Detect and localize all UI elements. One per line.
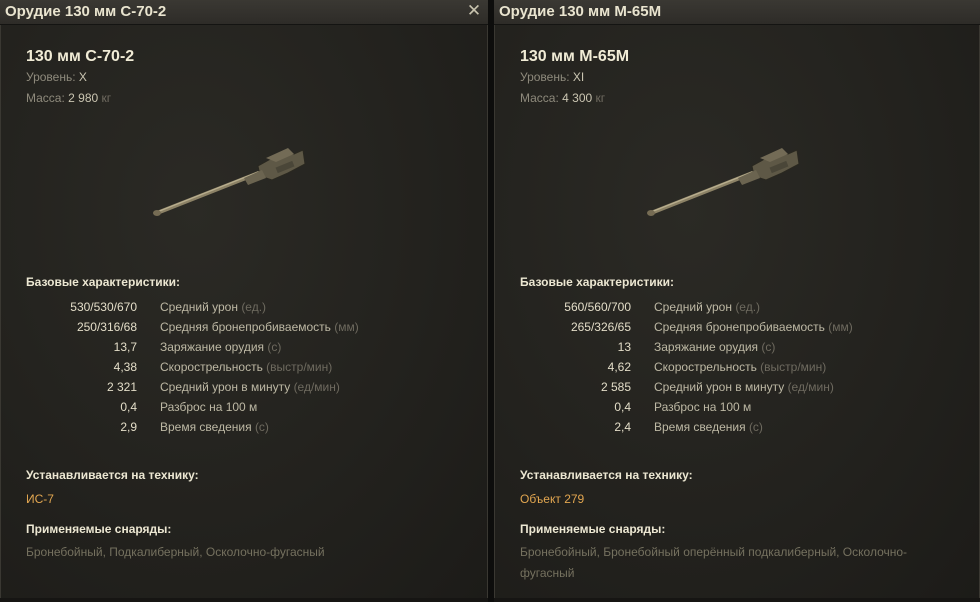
- gun-name: 130 мм С-70-2: [26, 48, 135, 65]
- stat-label-text: Средний урон: [654, 300, 732, 314]
- shells-list-line: Бронебойный, Бронебойный оперённый подка…: [520, 545, 908, 559]
- stat-value: 13,7: [113, 340, 137, 354]
- stat-unit: (с): [761, 340, 776, 354]
- stat-value: 2,9: [120, 420, 137, 434]
- stat-value: 2 321: [106, 380, 137, 394]
- stat-label: Средний урон в минуту (ед/мин): [160, 380, 340, 394]
- shells-header: Применяемые снаряды:: [26, 522, 172, 536]
- stat-value: 530/530/670: [70, 300, 137, 314]
- stat-unit: (с): [254, 420, 269, 434]
- gun-image: [153, 148, 306, 216]
- stat-label-text: Средняя бронепробиваемость: [654, 320, 825, 334]
- mass-line: Масса: 2 980 кг: [26, 91, 111, 105]
- level-label: Уровень:: [26, 70, 76, 84]
- mass-line: Масса: 4 300 кг: [520, 91, 605, 105]
- stat-label: Средняя бронепробиваемость (мм): [654, 320, 853, 334]
- stat-label-text: Разброс на 100 м: [654, 400, 752, 414]
- gun-image: [647, 148, 800, 216]
- stat-label-text: Средний урон: [160, 300, 238, 314]
- stat-label-text: Средняя бронепробиваемость: [160, 320, 331, 334]
- gun-name: 130 мм М-65М: [520, 48, 630, 65]
- level-value: XI: [572, 70, 585, 84]
- stat-unit: (с): [267, 340, 282, 354]
- comparison-window: Орудие 130 мм С-70-2 ✕ 130 мм С-70-2 Уро…: [0, 0, 980, 602]
- stat-unit: (ед/мин): [787, 380, 834, 394]
- stat-unit: (ед.): [735, 300, 761, 314]
- stat-unit: (выстр/мин): [266, 360, 333, 374]
- stat-label: Скорострельность (выстр/мин): [654, 360, 826, 374]
- level-line: Уровень: XI: [520, 70, 584, 84]
- stat-value: 2 585: [600, 380, 631, 394]
- mass-unit: кг: [595, 91, 606, 105]
- stat-value: 0,4: [614, 400, 631, 414]
- stat-label: Средний урон (ед.): [160, 300, 266, 314]
- stat-label: Скорострельность (выстр/мин): [160, 360, 332, 374]
- mass-label: Масса:: [520, 91, 559, 105]
- level-label: Уровень:: [520, 70, 570, 84]
- stat-label: Средний урон в минуту (ед/мин): [654, 380, 834, 394]
- stat-label: Разброс на 100 м: [160, 400, 257, 414]
- stat-label: Заряжание орудия (с): [160, 340, 281, 354]
- stat-label-text: Время сведения: [160, 420, 252, 434]
- stat-label-text: Время сведения: [654, 420, 746, 434]
- level-value: X: [78, 70, 87, 84]
- stat-unit: (с): [748, 420, 763, 434]
- shells-header: Применяемые снаряды:: [520, 522, 666, 536]
- mass-label: Масса:: [26, 91, 65, 105]
- stat-unit: (выстр/мин): [760, 360, 827, 374]
- shells-list-line: фугасный: [520, 566, 575, 580]
- stat-value: 4,62: [607, 360, 631, 374]
- stat-label-text: Скорострельность: [160, 360, 263, 374]
- stat-label: Средний урон (ед.): [654, 300, 760, 314]
- stat-value: 2,4: [614, 420, 631, 434]
- stat-label: Разброс на 100 м: [654, 400, 751, 414]
- module-panel-right: Орудие 130 мм М-65М 130 мм М-65М Уровень…: [494, 0, 980, 602]
- stat-label-text: Средний урон в минуту: [160, 380, 291, 394]
- stat-label-text: Средний урон в минуту: [654, 380, 785, 394]
- module-panel-left: Орудие 130 мм С-70-2 ✕ 130 мм С-70-2 Уро…: [0, 0, 488, 602]
- title-bar: Орудие 130 мм С-70-2 ✕: [0, 0, 488, 25]
- close-icon[interactable]: ✕: [465, 2, 483, 20]
- stat-value: 250/316/68: [76, 320, 137, 334]
- stat-unit: (мм): [828, 320, 853, 334]
- shells-list: Бронебойный, Бронебойный оперённый подка…: [520, 542, 907, 584]
- vehicle-link[interactable]: Объект 279: [520, 492, 584, 506]
- stat-label-text: Скорострельность: [654, 360, 757, 374]
- panel-bottom-edge: [0, 598, 488, 602]
- stat-label-text: Заряжание орудия: [160, 340, 265, 354]
- vehicle-link[interactable]: ИС-7: [26, 492, 54, 506]
- stat-label: Заряжание орудия (с): [654, 340, 775, 354]
- stat-label: Средняя бронепробиваемость (мм): [160, 320, 359, 334]
- window-title: Орудие 130 мм С-70-2: [5, 3, 167, 20]
- stat-value: 0,4: [120, 400, 137, 414]
- stat-value: 4,38: [113, 360, 137, 374]
- stat-unit: (мм): [334, 320, 359, 334]
- mass-value: 4 300: [562, 91, 593, 105]
- title-bar: Орудие 130 мм М-65М: [494, 0, 980, 25]
- stat-value: 560/560/700: [564, 300, 631, 314]
- mass-value: 2 980: [68, 91, 99, 105]
- stat-unit: (ед.): [241, 300, 267, 314]
- stat-value: 265/326/65: [570, 320, 631, 334]
- stat-value: 13: [617, 340, 631, 354]
- stat-label: Время сведения (с): [160, 420, 269, 434]
- stat-label-text: Разброс на 100 м: [160, 400, 258, 414]
- level-line: Уровень: X: [26, 70, 87, 84]
- mass-unit: кг: [101, 91, 112, 105]
- stat-label-text: Заряжание орудия: [654, 340, 759, 354]
- installed-header: Устанавливается на технику:: [520, 468, 693, 482]
- stat-label: Время сведения (с): [654, 420, 763, 434]
- base-stats-header: Базовые характеристики:: [520, 275, 674, 289]
- base-stats-header: Базовые характеристики:: [26, 275, 180, 289]
- installed-header: Устанавливается на технику:: [26, 468, 199, 482]
- shells-list: Бронебойный, Подкалиберный, Осколочно-фу…: [26, 545, 325, 559]
- window-title: Орудие 130 мм М-65М: [499, 3, 662, 20]
- stat-unit: (ед/мин): [293, 380, 340, 394]
- panel-bottom-edge: [494, 598, 980, 602]
